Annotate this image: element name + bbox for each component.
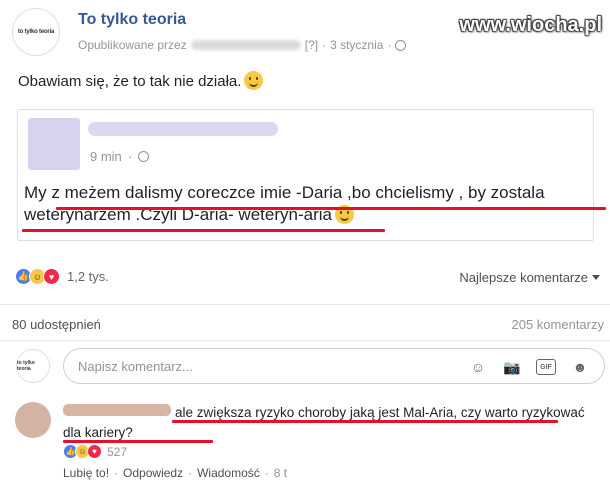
action-separator: · [188, 466, 193, 480]
comment-sort-dropdown[interactable]: Najlepsze komentarze [459, 270, 600, 285]
sticker-icon[interactable]: ☻ [570, 357, 590, 377]
shared-post-text: My z meżem dalismy coreczce imie -Daria … [24, 182, 589, 226]
page-avatar[interactable]: to tylko teoria [12, 8, 60, 56]
commenter-avatar-text: to tylko teoria [17, 360, 35, 372]
meta-separator: · [322, 38, 327, 52]
reply-button[interactable]: Odpowiedz [123, 466, 183, 480]
post-text-content: Obawiam się, że to tak nie działa. [18, 73, 242, 90]
shared-post-time: 9 min · [90, 149, 150, 164]
highlight-underline [22, 229, 385, 232]
reaction-count[interactable]: 1,2 tys. [67, 269, 109, 284]
comment-actions: Lubię to! · Odpowiedz · Wiadomość · 8 t [63, 466, 287, 480]
globe-icon [395, 39, 407, 51]
help-bracket[interactable]: [?] [305, 38, 318, 52]
shared-text-content: My z meżem dalismy coreczce imie -Daria … [24, 183, 545, 224]
comment-input[interactable]: Napisz komentarz... ☺ 📷 GIF ☻ [63, 348, 605, 384]
comment-time[interactable]: 8 t [274, 466, 287, 480]
caret-down-icon [592, 275, 600, 280]
gif-icon[interactable]: GIF [536, 359, 556, 375]
shared-post-card[interactable]: 9 min · My z meżem dalismy coreczce imie… [17, 109, 606, 241]
action-separator: · [264, 466, 269, 480]
page-logo-text: to tylko teoria [17, 29, 55, 35]
published-by-label: Opublikowane przez [78, 38, 187, 52]
globe-icon [138, 151, 150, 162]
comment-reactions[interactable]: 👍 ☺ ♥ 527 [63, 444, 127, 459]
comment-reaction-count: 527 [107, 444, 128, 459]
post-date[interactable]: 3 stycznia [330, 38, 383, 52]
divider [0, 304, 610, 305]
shared-time-separator: · [127, 149, 133, 164]
blurred-author [190, 40, 301, 50]
shared-time-value[interactable]: 9 min [90, 149, 122, 164]
highlight-underline [63, 440, 213, 443]
divider [0, 340, 610, 341]
comment-placeholder: Napisz komentarz... [78, 359, 193, 374]
commenter-avatar: to tylko teoria [16, 349, 50, 383]
camera-icon[interactable]: 📷 [502, 357, 522, 377]
meta-separator: · [387, 38, 392, 52]
comment-text: ale zwiększa ryzyko choroby jaką jest Ma… [63, 405, 585, 440]
shares-count[interactable]: 80 udostępnień [12, 317, 101, 332]
composer-icons: ☺ 📷 GIF ☻ [468, 357, 590, 377]
post-text: Obawiam się, że to tak nie działa. [18, 71, 264, 90]
page-name-link[interactable]: To tylko teoria [78, 11, 186, 29]
highlight-underline [172, 420, 558, 423]
sort-label: Najlepsze komentarze [459, 270, 588, 285]
comment-author-avatar[interactable] [15, 402, 51, 438]
love-reaction-icon: ♥ [87, 444, 102, 459]
shared-author-name-redacted [88, 122, 278, 136]
watermark: www.wiocha.pl [459, 14, 602, 36]
message-button[interactable]: Wiadomość [197, 466, 260, 480]
shared-author-avatar[interactable] [28, 118, 80, 170]
reactions-summary[interactable]: 👍 ☺ ♥ 1,2 tys. [15, 268, 109, 285]
emoji-icon[interactable]: ☺ [468, 357, 488, 377]
action-separator: · [114, 466, 119, 480]
smile-emoji-icon [244, 71, 264, 90]
post-meta: Opublikowane przez [?] · 3 stycznia · [78, 38, 407, 52]
highlight-underline [56, 207, 606, 210]
comments-count[interactable]: 205 komentarzy [512, 317, 605, 332]
like-button[interactable]: Lubię to! [63, 466, 109, 480]
love-reaction-icon: ♥ [43, 268, 60, 285]
